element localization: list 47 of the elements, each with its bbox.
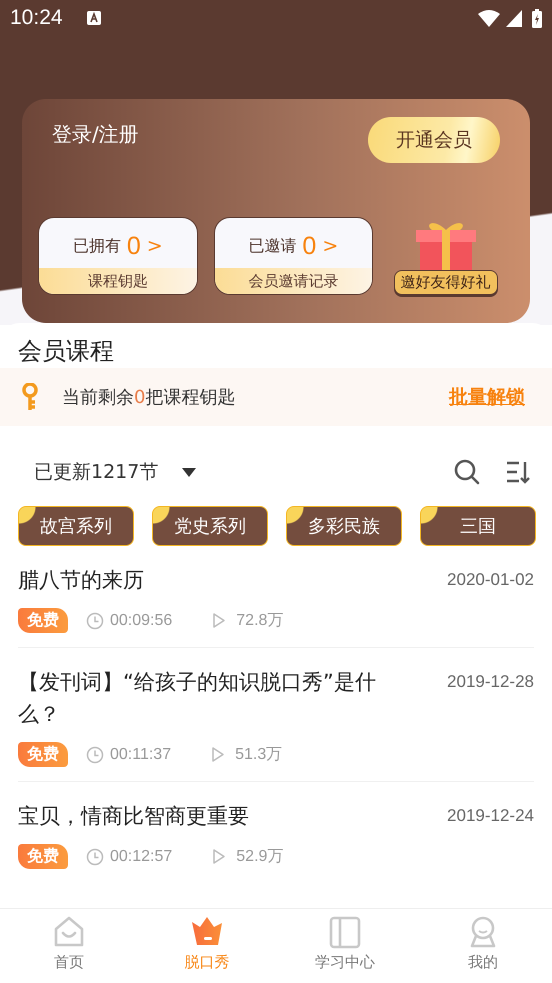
book-icon <box>328 915 362 949</box>
search-icon[interactable] <box>454 459 480 485</box>
course-title[interactable]: 【发刊词】“给孩子的知识脱口秀”是什么？ <box>18 666 408 730</box>
sort-icon[interactable] <box>506 460 530 484</box>
course-title[interactable]: 宝贝，情商比智商更重要 <box>18 800 249 832</box>
caret-icon <box>182 468 196 476</box>
tab-bar-item[interactable]: 首页 <box>0 909 138 983</box>
key-icon <box>22 383 38 411</box>
invite-friends-button[interactable]: 邀好友得好礼 <box>394 270 498 295</box>
play-count: 52.9万 <box>236 847 284 867</box>
battery-icon <box>532 8 542 28</box>
series-tag[interactable]: 多彩民族 <box>286 506 402 546</box>
key-count-text: 当前剩余0把课程钥匙 <box>62 386 236 409</box>
course-date: 2020-01-02 <box>447 569 534 591</box>
update-count-dropdown[interactable]: 已更新1217节 <box>34 459 196 485</box>
play-count: 51.3万 <box>235 745 282 765</box>
home-icon <box>52 915 86 949</box>
stat-card[interactable]: 已拥有 0 > 课程钥匙 <box>38 217 198 295</box>
wifi-icon <box>478 10 500 26</box>
duration-text: 00:12:57 <box>110 848 172 866</box>
status-time: 10:24 <box>10 6 63 30</box>
play-icon <box>211 746 226 763</box>
clock-icon <box>86 848 104 866</box>
play-icon <box>212 848 226 865</box>
course-date: 2019-12-24 <box>447 805 534 827</box>
series-tag[interactable]: 党史系列 <box>152 506 268 546</box>
free-badge: 免费 <box>18 742 68 767</box>
series-tag[interactable]: 故宫系列 <box>18 506 134 546</box>
stat-card[interactable]: 已邀请 0 > 会员邀请记录 <box>214 217 374 295</box>
course-title[interactable]: 腊八节的来历 <box>18 564 144 596</box>
signal-icon <box>506 10 522 26</box>
clock-icon <box>86 612 104 630</box>
login-link[interactable]: 登录/注册 <box>52 121 139 148</box>
tab-bar-item[interactable]: 我的 <box>414 909 552 983</box>
course-date: 2019-12-28 <box>447 671 534 693</box>
free-badge: 免费 <box>18 608 68 633</box>
open-membership-button[interactable]: 开通会员 <box>368 117 500 163</box>
free-badge: 免费 <box>18 844 68 869</box>
tab-bar-item[interactable]: 学习中心 <box>276 909 414 983</box>
duration-text: 00:11:37 <box>110 746 172 764</box>
section-title: 会员课程 <box>17 336 115 367</box>
play-count: 72.8万 <box>236 611 284 631</box>
play-icon <box>212 612 226 629</box>
series-tag[interactable]: 三国 <box>420 506 536 546</box>
keyboard-icon <box>86 11 101 25</box>
clock-icon <box>86 746 104 764</box>
duration-text: 00:09:56 <box>110 612 172 630</box>
